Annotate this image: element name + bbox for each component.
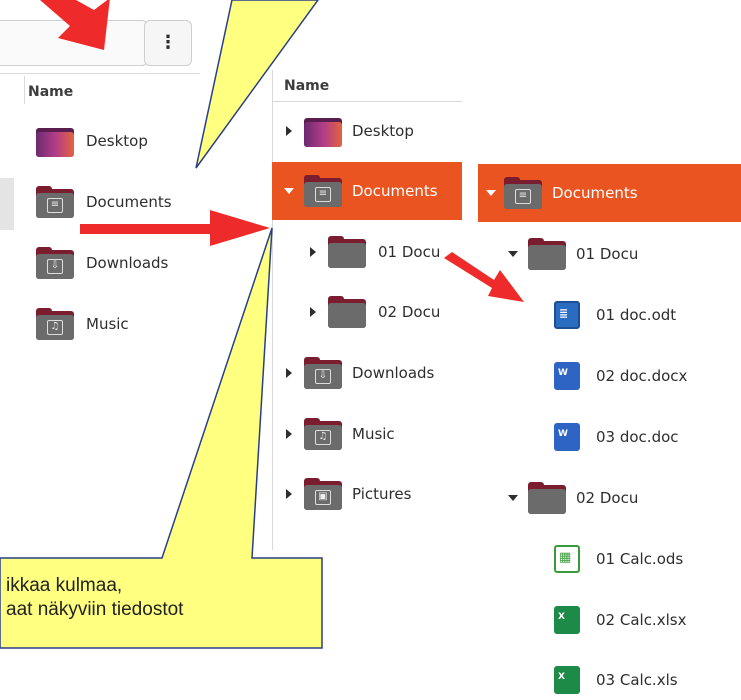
callout-top-shape [195,0,319,169]
arrow-icon [80,210,270,246]
callout-text: ikkaa kulmaa, aat näkyviin tiedostot [6,574,183,622]
arrow-icon [444,252,524,302]
callout-line-2: aat näkyviin tiedostot [6,599,184,620]
callout-line-1: ikkaa kulmaa, [6,575,123,596]
arrow-icon [40,0,110,50]
